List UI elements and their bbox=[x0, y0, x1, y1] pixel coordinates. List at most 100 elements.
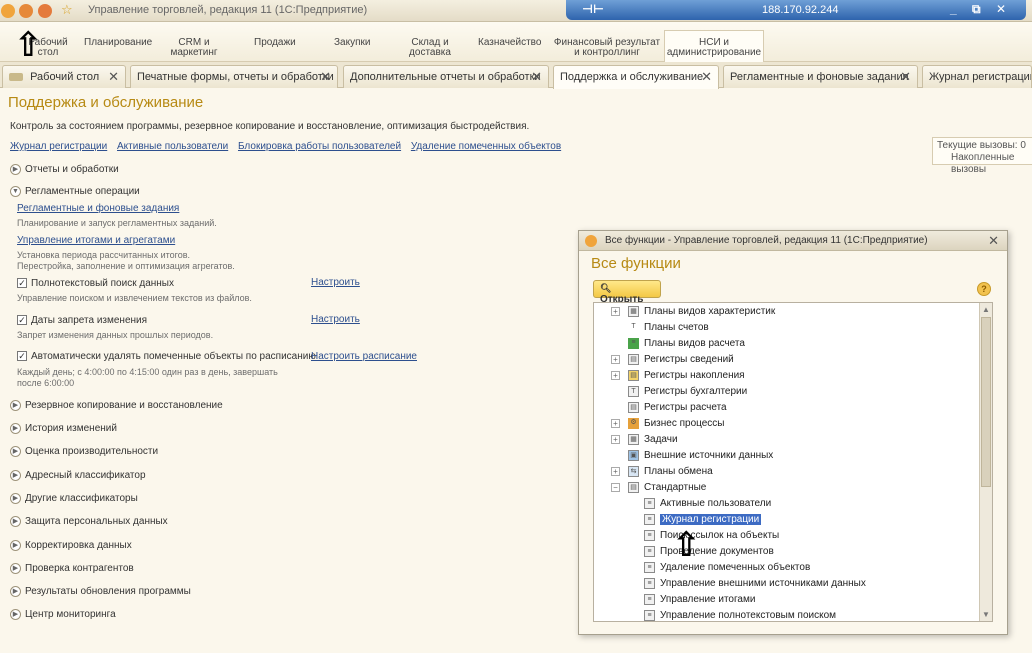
section-planning[interactable]: Планирование bbox=[84, 38, 152, 48]
expand-icon[interactable]: + bbox=[611, 355, 620, 364]
link-fulltext-setup[interactable]: Настроить bbox=[311, 277, 360, 288]
link-totals-aggregates[interactable]: Управление итогами и агрегатами bbox=[17, 235, 175, 246]
close-icon[interactable]: ✕ bbox=[701, 69, 712, 85]
tab-desktop[interactable]: Рабочий стол ✕ bbox=[2, 65, 126, 88]
routine-jobs-note: Планирование и запуск регламентных задан… bbox=[17, 218, 217, 228]
tree-node[interactable]: ≡ Управление полнотекстовым поиском bbox=[644, 609, 836, 621]
all-functions-dialog: Все функции - Управление торговлей, реда… bbox=[578, 230, 1008, 635]
tree-node[interactable]: Т Регистры бухгалтерии bbox=[628, 385, 747, 399]
fulltext-search-option[interactable]: ✓ Полнотекстовый поиск данных bbox=[17, 278, 174, 289]
link-dates-setup[interactable]: Настроить bbox=[311, 314, 360, 325]
calls-panel[interactable]: Текущие вызовы: 0 Накопленные вызовы bbox=[932, 137, 1032, 175]
expand-icon: ▶ bbox=[10, 609, 21, 620]
tab-routine-jobs[interactable]: Регламентные и фоновые задания ✕ bbox=[723, 65, 918, 88]
tree-node[interactable]: + ▦ Задачи bbox=[611, 433, 678, 447]
tab-additional-reports[interactable]: Дополнительные отчеты и обработки ✕ bbox=[343, 65, 549, 88]
link-delete-marked[interactable]: Удаление помеченных объектов bbox=[411, 141, 561, 152]
section-purchases[interactable]: Закупки bbox=[334, 38, 370, 48]
link-event-log[interactable]: Журнал регистрации bbox=[10, 141, 107, 152]
section-sales[interactable]: Продажи bbox=[254, 38, 296, 48]
tree-node[interactable]: ≡ Планы видов расчета bbox=[628, 337, 745, 351]
section-treasury[interactable]: Казначейство bbox=[478, 38, 541, 48]
group-routine[interactable]: ▼ Регламентные операции bbox=[10, 186, 140, 197]
open-button[interactable]: 🔍︎ Открыть bbox=[593, 280, 661, 305]
top-links: Журнал регистрации Активные пользователи… bbox=[10, 141, 568, 152]
section-warehouse[interactable]: Склад и доставка bbox=[404, 38, 456, 58]
expand-icon: ▶ bbox=[10, 516, 21, 527]
group-update-results[interactable]: ▶ Результаты обновления программы bbox=[10, 586, 191, 597]
group-reports[interactable]: ▶ Отчеты и обработки bbox=[10, 164, 119, 175]
tab-event-log[interactable]: Журнал регистрации bbox=[922, 65, 1032, 88]
pin-icon[interactable]: ⊣⊢ bbox=[582, 2, 604, 16]
functions-tree[interactable]: + ▦ Планы видов характеристик Т Планы счето… bbox=[593, 302, 993, 622]
close-icon[interactable]: ✕ bbox=[988, 233, 999, 249]
main-menu-icon[interactable] bbox=[19, 4, 33, 18]
tree-node[interactable]: + ▦ Планы видов характеристик bbox=[611, 305, 775, 319]
expand-icon: ▶ bbox=[10, 493, 21, 504]
checkbox-checked-icon[interactable]: ✓ bbox=[17, 315, 27, 326]
tab-print-forms[interactable]: Печатные формы, отчеты и обработки ✕ bbox=[130, 65, 338, 88]
group-address[interactable]: ▶ Адресный классификатор bbox=[10, 470, 146, 481]
tasks-icon: ▦ bbox=[628, 433, 639, 445]
expand-icon[interactable]: + bbox=[611, 307, 620, 316]
close-icon[interactable]: ✕ bbox=[900, 69, 911, 85]
group-other-classifiers[interactable]: ▶ Другие классификаторы bbox=[10, 493, 138, 504]
tree-node[interactable]: + ▤ Регистры накопления bbox=[611, 369, 745, 383]
expand-icon[interactable]: + bbox=[611, 467, 620, 476]
scroll-down-icon[interactable]: ▼ bbox=[982, 610, 990, 619]
fulltext-note: Управление поиском и извлечением текстов… bbox=[17, 293, 252, 303]
link-schedule-setup[interactable]: Настроить расписание bbox=[311, 351, 417, 362]
tree-node[interactable]: − ▤ Стандартные bbox=[611, 481, 706, 495]
tree-node[interactable]: + ▤ Регистры сведений bbox=[611, 353, 734, 367]
dialog-title: Все функции bbox=[591, 255, 681, 272]
tree-node[interactable]: ▣ Внешние источники данных bbox=[628, 449, 773, 463]
close-icon[interactable]: ✕ bbox=[108, 69, 119, 85]
tree-node[interactable]: + ⇆ Планы обмена bbox=[611, 465, 713, 479]
sections-panel: Рабочий стол Планирование CRM и маркетин… bbox=[0, 22, 1032, 62]
external-sources-icon: ▣ bbox=[628, 449, 639, 461]
link-active-users[interactable]: Активные пользователи bbox=[117, 141, 228, 152]
section-nsi-admin[interactable]: НСИ и администрирование bbox=[664, 30, 764, 62]
tree-node[interactable]: Т Планы счетов bbox=[628, 321, 708, 335]
group-monitoring[interactable]: ▶ Центр мониторинга bbox=[10, 609, 116, 620]
window-controls[interactable]: _ ⧉ ✕ bbox=[950, 2, 1012, 17]
history-icon[interactable] bbox=[38, 4, 52, 18]
tree-node[interactable]: ≡ Управление итогами bbox=[644, 593, 755, 607]
auto-delete-option[interactable]: ✓ Автоматически удалять помеченные объект… bbox=[17, 351, 316, 362]
app-menu-icon[interactable] bbox=[1, 4, 15, 18]
scrollbar-thumb[interactable] bbox=[981, 317, 991, 487]
close-icon[interactable]: ✕ bbox=[320, 69, 331, 85]
section-crm[interactable]: CRM и маркетинг bbox=[168, 38, 220, 58]
tree-node[interactable]: ▤ Регистры расчета bbox=[628, 401, 727, 415]
section-financial-result[interactable]: Финансовый результат и контроллинг bbox=[553, 38, 661, 58]
group-personal-data[interactable]: ▶ Защита персональных данных bbox=[10, 516, 168, 527]
tree-node[interactable]: ≡ Управление внешними источниками данных bbox=[644, 577, 866, 591]
favorites-star-icon[interactable]: ☆ bbox=[61, 2, 73, 18]
tree-node[interactable]: ≡ Поиск ссылок на объекты bbox=[644, 529, 779, 543]
tree-scrollbar[interactable]: ▲ ▼ bbox=[979, 303, 992, 621]
checkbox-checked-icon[interactable]: ✓ bbox=[17, 278, 27, 289]
tab-support[interactable]: Поддержка и обслуживание ✕ bbox=[553, 65, 719, 89]
group-history[interactable]: ▶ История изменений bbox=[10, 423, 117, 434]
link-routine-jobs[interactable]: Регламентные и фоновые задания bbox=[17, 203, 179, 214]
checkbox-checked-icon[interactable]: ✓ bbox=[17, 351, 27, 362]
expand-icon: ▶ bbox=[10, 423, 21, 434]
tree-node[interactable]: ≡ Проведение документов bbox=[644, 545, 774, 559]
help-icon[interactable]: ? bbox=[977, 282, 991, 296]
link-block-users[interactable]: Блокировка работы пользователей bbox=[238, 141, 401, 152]
collapse-icon[interactable]: − bbox=[611, 483, 620, 492]
close-icon[interactable]: ✕ bbox=[531, 69, 542, 85]
group-performance[interactable]: ▶ Оценка производительности bbox=[10, 446, 158, 457]
group-data-correction[interactable]: ▶ Корректировка данных bbox=[10, 540, 132, 551]
tree-node-selected[interactable]: ≡ Журнал регистрации bbox=[644, 513, 762, 527]
group-backup[interactable]: ▶ Резервное копирование и восстановление bbox=[10, 400, 223, 411]
expand-icon[interactable]: + bbox=[611, 435, 620, 444]
tree-node[interactable]: ≡ Активные пользователи bbox=[644, 497, 771, 511]
expand-icon[interactable]: + bbox=[611, 419, 620, 428]
tree-node[interactable]: + ⚙ Бизнес процессы bbox=[611, 417, 725, 431]
change-ban-dates-option[interactable]: ✓ Даты запрета изменения bbox=[17, 315, 147, 326]
scroll-up-icon[interactable]: ▲ bbox=[982, 305, 990, 314]
group-counterparty-check[interactable]: ▶ Проверка контрагентов bbox=[10, 563, 134, 574]
expand-icon[interactable]: + bbox=[611, 371, 620, 380]
tree-node[interactable]: ≡ Удаление помеченных объектов bbox=[644, 561, 810, 575]
